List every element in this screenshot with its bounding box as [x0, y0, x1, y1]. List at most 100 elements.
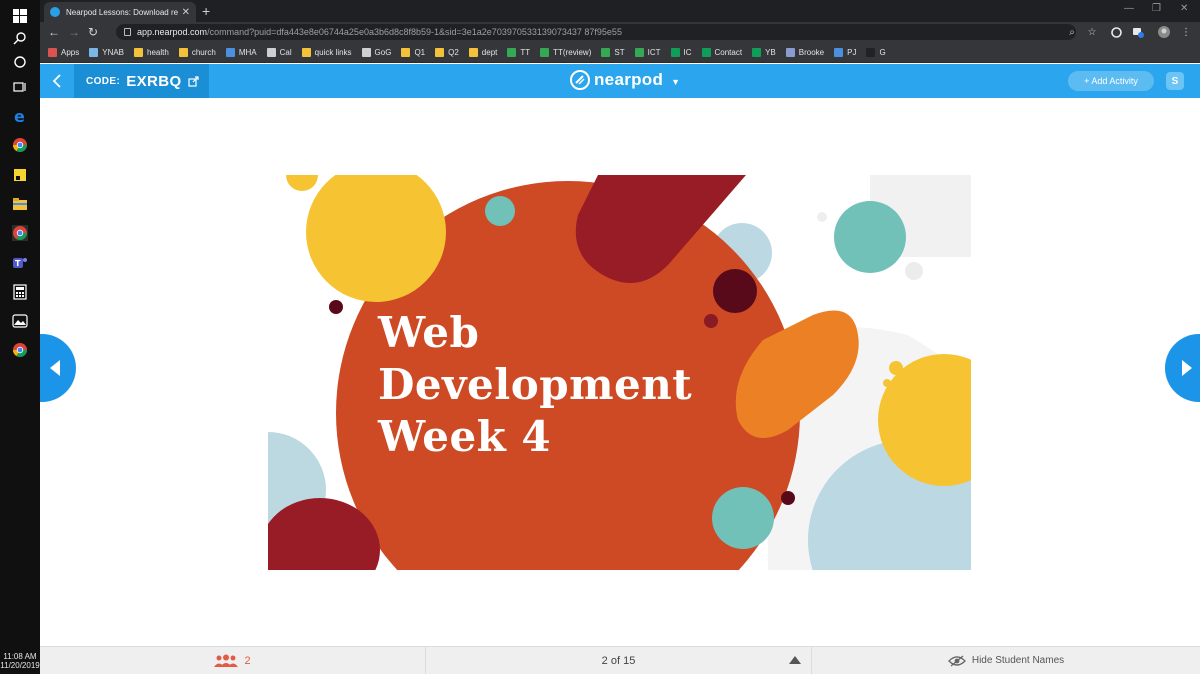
- slide-decoration: [781, 491, 795, 505]
- bookmark-item[interactable]: Brooke: [785, 47, 825, 57]
- sticky-notes-icon[interactable]: [10, 165, 30, 185]
- clock-date: 11/20/2019: [0, 661, 40, 670]
- bookmark-item[interactable]: GoG: [361, 47, 391, 57]
- cortana-icon[interactable]: [10, 52, 30, 72]
- clock-time: 11:08 AM: [3, 652, 37, 661]
- student-view-button[interactable]: S: [1166, 72, 1184, 90]
- bookmark-label: Cal: [279, 47, 292, 57]
- bookmark-icon: [834, 47, 844, 57]
- chevron-left-icon: [52, 74, 61, 88]
- bookmark-item[interactable]: IC: [670, 47, 692, 57]
- students-button[interactable]: 2: [40, 647, 426, 674]
- bookmark-icon: [540, 47, 550, 57]
- students-icon: [214, 654, 239, 667]
- address-bar[interactable]: app.nearpod.com /command?puid=dfa443e8e0…: [116, 24, 1076, 40]
- browser-tab-strip: Nearpod Lessons: Download rea ✕ + — ❐ ✕: [40, 0, 1200, 22]
- page-indicator: 2 of 15: [601, 654, 636, 667]
- bookmark-label: YB: [765, 47, 776, 57]
- bookmark-item[interactable]: YNAB: [89, 47, 125, 57]
- code-value: EXRBQ: [126, 72, 182, 90]
- nearpod-logo-text: nearpod: [594, 70, 664, 89]
- reload-icon[interactable]: ↻: [88, 25, 98, 39]
- bookmark-item[interactable]: TT(review): [540, 47, 592, 57]
- back-icon[interactable]: ←: [48, 25, 60, 39]
- bookmark-item[interactable]: ST: [601, 47, 625, 57]
- hide-student-names-button[interactable]: Hide Student Names: [812, 647, 1200, 674]
- add-activity-button[interactable]: + Add Activity: [1068, 71, 1154, 91]
- bookmark-label: MHA: [238, 47, 257, 57]
- bookmark-star-icon[interactable]: ☆: [1086, 26, 1098, 38]
- restore-icon[interactable]: ❐: [1152, 3, 1161, 14]
- slide-navigator[interactable]: 2 of 15: [426, 647, 812, 674]
- zoom-icon[interactable]: ⌕: [1066, 26, 1078, 38]
- bookmark-item[interactable]: Cal: [266, 47, 292, 57]
- task-view-icon[interactable]: [10, 77, 30, 97]
- close-tab-icon[interactable]: ✕: [182, 7, 190, 18]
- bookmark-item[interactable]: G: [866, 47, 886, 57]
- extension-icon[interactable]: [1110, 26, 1122, 38]
- bookmark-item[interactable]: church: [178, 47, 216, 57]
- next-slide-button[interactable]: [1165, 334, 1200, 402]
- browser-tab[interactable]: Nearpod Lessons: Download rea ✕: [44, 2, 196, 22]
- bookmark-item[interactable]: Apps: [48, 47, 80, 57]
- slide-decoration: [329, 300, 343, 314]
- slide-decoration: [889, 361, 903, 375]
- menu-icon[interactable]: ⋮: [1180, 26, 1192, 38]
- bookmark-item[interactable]: health: [134, 47, 169, 57]
- bookmark-label: G: [879, 47, 886, 57]
- bookmark-label: dept: [481, 47, 498, 57]
- bookmark-item[interactable]: Q2: [435, 47, 459, 57]
- minimize-icon[interactable]: —: [1124, 3, 1134, 14]
- bookmark-icon: [225, 47, 235, 57]
- previous-slide-button[interactable]: [40, 334, 76, 402]
- bookmark-icon: [266, 47, 276, 57]
- windows-start-icon[interactable]: [10, 6, 30, 26]
- new-tab-icon[interactable]: +: [202, 3, 210, 19]
- bookmark-item[interactable]: TT: [507, 47, 530, 57]
- session-code[interactable]: CODE: EXRBQ: [74, 64, 209, 98]
- svg-text:e: e: [14, 108, 25, 124]
- system-clock[interactable]: 11:08 AM 11/20/2019: [0, 652, 40, 670]
- windows-taskbar: e T 11:08 AM 11/20/2019: [0, 0, 40, 674]
- bookmark-icon: [634, 47, 644, 57]
- bookmark-label: health: [147, 47, 169, 57]
- chrome-canary-icon[interactable]: [10, 223, 30, 243]
- nearpod-favicon-icon: [50, 7, 60, 17]
- bookmark-item[interactable]: Q1: [401, 47, 425, 57]
- slide-decoration: [713, 269, 757, 313]
- bookmark-icon: [601, 47, 611, 57]
- bookmark-item[interactable]: YB: [752, 47, 776, 57]
- bookmark-icon: [866, 47, 876, 57]
- file-explorer-icon[interactable]: [10, 194, 30, 214]
- close-window-icon[interactable]: ✕: [1180, 3, 1188, 14]
- nearpod-logo[interactable]: nearpod ▼: [570, 70, 680, 90]
- forward-icon[interactable]: →: [68, 25, 80, 39]
- teams-icon[interactable]: T: [10, 253, 30, 273]
- avatar[interactable]: [1158, 26, 1170, 38]
- bookmark-item[interactable]: PJ: [834, 47, 856, 57]
- search-icon[interactable]: [10, 28, 30, 48]
- bookmark-item[interactable]: quick links: [301, 47, 352, 57]
- share-icon[interactable]: [187, 75, 199, 87]
- photos-icon[interactable]: [10, 311, 30, 331]
- svg-text:T: T: [15, 259, 21, 268]
- calculator-icon[interactable]: [10, 282, 30, 302]
- bookmark-item[interactable]: dept: [468, 47, 498, 57]
- chrome-icon[interactable]: [10, 340, 30, 360]
- bookmark-item[interactable]: MHA: [225, 47, 257, 57]
- bookmark-label: Apps: [61, 47, 80, 57]
- apps-grid-icon: [48, 47, 57, 57]
- back-button[interactable]: [40, 64, 74, 98]
- extension-icon[interactable]: [1132, 26, 1144, 38]
- chrome-icon[interactable]: [10, 135, 30, 155]
- bookmark-item[interactable]: Contact: [701, 47, 742, 57]
- url-path: /command?puid=dfa443e8e06744a25e0a3b6d8c…: [207, 27, 622, 37]
- caret-down-icon[interactable]: ▼: [671, 77, 680, 87]
- bookmark-label: TT(review): [553, 47, 592, 57]
- bookmark-label: Brooke: [798, 47, 825, 57]
- triangle-up-icon[interactable]: [789, 656, 801, 664]
- edge-icon[interactable]: e: [10, 106, 30, 126]
- bookmark-icon: [670, 47, 680, 57]
- bookmark-label: YNAB: [102, 47, 125, 57]
- bookmark-item[interactable]: ICT: [634, 47, 661, 57]
